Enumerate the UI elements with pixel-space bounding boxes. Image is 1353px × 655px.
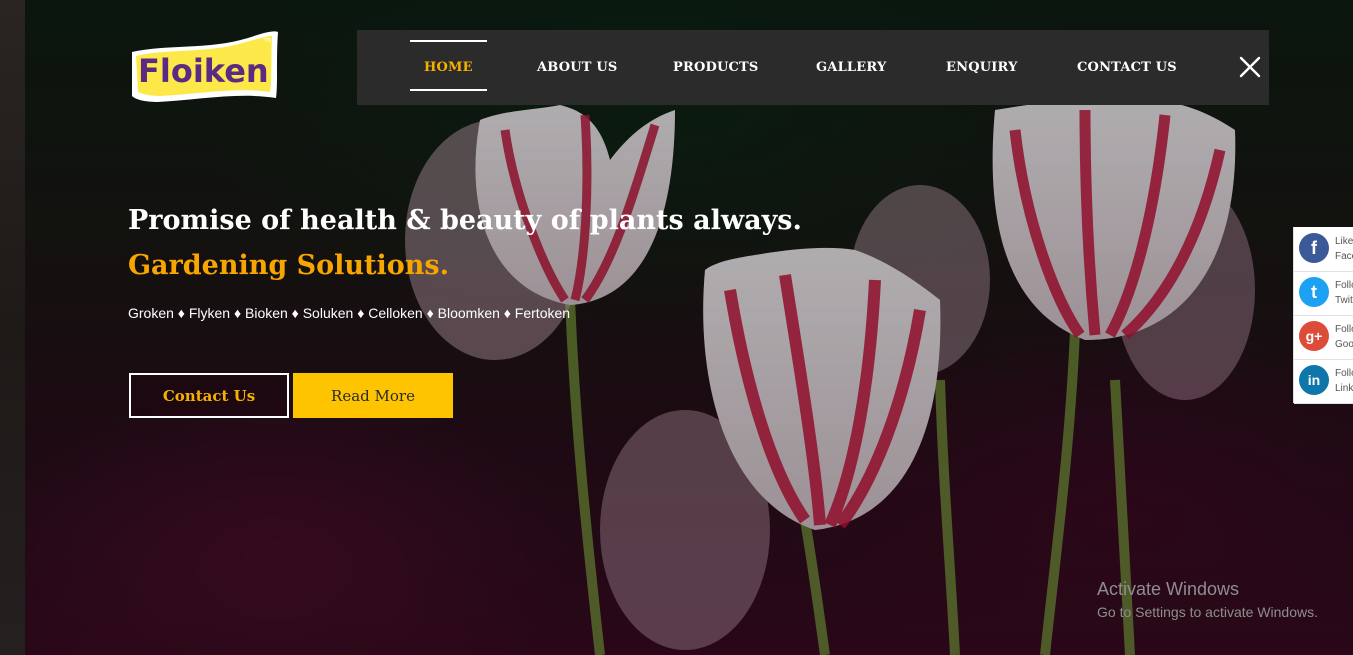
left-edge-strip: [0, 0, 25, 655]
social-line1: Like: [1335, 236, 1353, 247]
social-line2: Twitter: [1335, 295, 1353, 306]
logo-text: Floiken: [138, 52, 269, 90]
button-label: Contact Us: [162, 386, 256, 405]
social-linkedin[interactable]: in Follow LinkedIn: [1294, 359, 1353, 404]
social-text: Follow Twitter: [1335, 278, 1353, 308]
contact-us-button[interactable]: Contact Us: [129, 373, 289, 418]
windows-activation-watermark: Activate Windows Go to Settings to activ…: [1097, 579, 1318, 620]
social-line2: LinkedIn: [1335, 383, 1353, 394]
nav-label: ENQUIRY: [946, 60, 1018, 75]
button-label: Read More: [331, 386, 415, 405]
main-navigation: HOME ABOUT US PRODUCTS GALLERY ENQUIRY C…: [357, 30, 1269, 105]
nav-label: PRODUCTS: [673, 60, 759, 75]
social-text: Follow Google+: [1335, 322, 1353, 352]
nav-item-products[interactable]: PRODUCTS: [673, 30, 759, 105]
watermark-subtitle: Go to Settings to activate Windows.: [1097, 604, 1318, 620]
social-line1: Follow: [1335, 280, 1353, 291]
logo-trademark: TM: [263, 38, 271, 44]
hero-headline: Promise of health & beauty of plants alw…: [128, 205, 802, 236]
social-line1: Follow: [1335, 368, 1353, 379]
social-twitter[interactable]: t Follow Twitter: [1294, 271, 1353, 316]
twitter-icon: t: [1299, 277, 1329, 307]
social-line2: Facebook: [1335, 251, 1353, 262]
nav-label: ABOUT US: [537, 60, 618, 75]
nav-label: CONTACT US: [1077, 60, 1177, 75]
nav-item-about-us[interactable]: ABOUT US: [537, 30, 618, 105]
social-sidebar: f Like Facebook t Follow Twitter g+ Foll…: [1293, 227, 1353, 404]
social-line2: Google+: [1335, 339, 1353, 350]
social-text: Like Facebook: [1335, 234, 1353, 264]
nav-label: GALLERY: [816, 60, 887, 75]
nav-item-enquiry[interactable]: ENQUIRY: [946, 30, 1018, 105]
linkedin-icon: in: [1299, 365, 1329, 395]
google-plus-icon: g+: [1299, 321, 1329, 351]
nav-item-home[interactable]: HOME: [410, 30, 487, 105]
social-facebook[interactable]: f Like Facebook: [1294, 227, 1353, 272]
active-indicator-bottom: [410, 89, 487, 91]
watermark-title: Activate Windows: [1097, 579, 1240, 599]
social-google-plus[interactable]: g+ Follow Google+: [1294, 315, 1353, 360]
social-line1: Follow: [1335, 324, 1353, 335]
floiken-logo[interactable]: Floiken TM: [128, 30, 280, 104]
product-names-line: Groken ♦ Flyken ♦ Bioken ♦ Soluken ♦ Cel…: [128, 305, 571, 321]
active-indicator-top: [410, 40, 487, 42]
nav-item-gallery[interactable]: GALLERY: [816, 30, 886, 105]
read-more-button[interactable]: Read More: [293, 373, 453, 418]
hero-subheadline: Gardening Solutions.: [128, 250, 449, 281]
nav-label: HOME: [424, 60, 473, 75]
close-icon[interactable]: [1239, 56, 1261, 78]
facebook-icon: f: [1299, 233, 1329, 263]
logo-graphic: Floiken TM: [132, 31, 278, 103]
social-text: Follow LinkedIn: [1335, 366, 1353, 396]
nav-item-contact-us[interactable]: CONTACT US: [1077, 30, 1177, 105]
